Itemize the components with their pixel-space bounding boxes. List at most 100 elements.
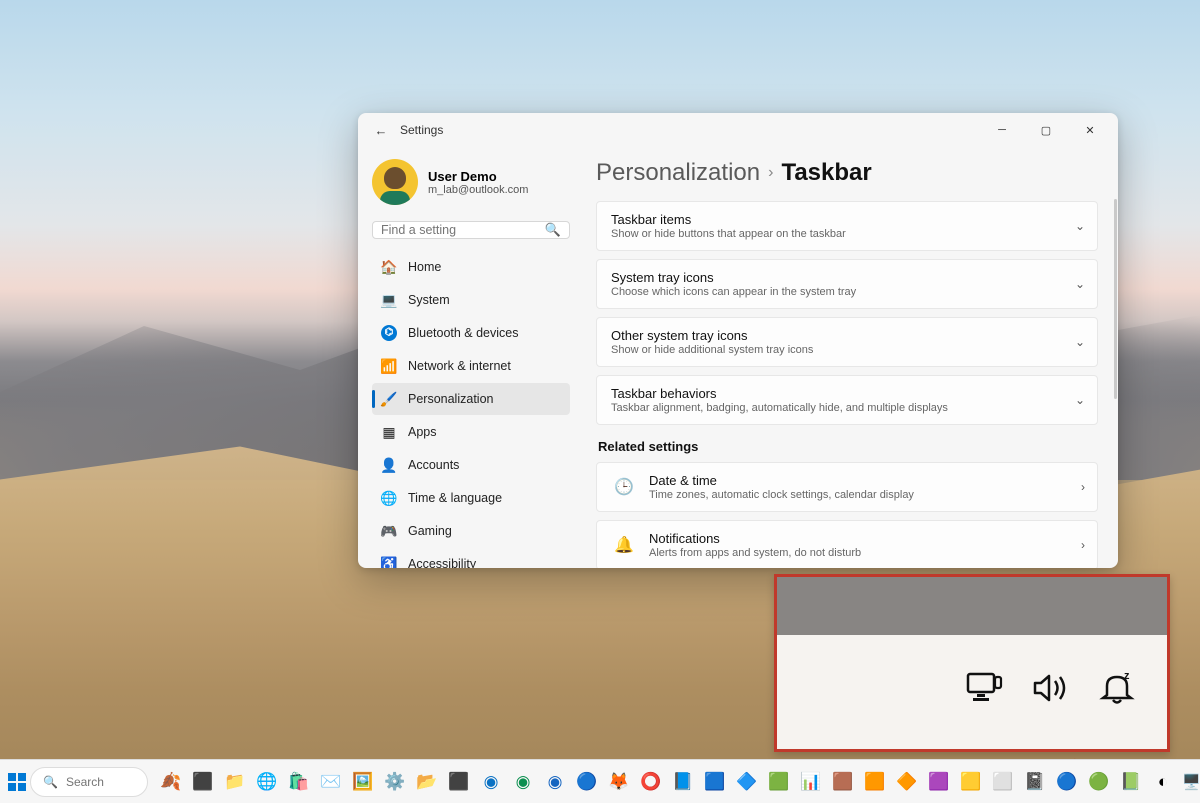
settings-search[interactable]: 🔍 [372, 221, 570, 239]
nav-item-gaming[interactable]: 🎮Gaming [372, 515, 570, 547]
scrollbar[interactable] [1113, 199, 1118, 560]
system-tray: 🖥️ 🔊 🔕 [1182, 773, 1200, 791]
card-title: Other system tray icons [611, 328, 1061, 343]
nav-label: Personalization [408, 392, 493, 406]
taskbar-app-weather[interactable]: 🍂 [156, 765, 186, 799]
sidebar: User Demo m_lab@outlook.com 🔍 🏠Home💻Syst… [358, 147, 580, 568]
nav-label: Home [408, 260, 441, 274]
taskbar-app-firefox[interactable]: 🦊 [604, 765, 634, 799]
taskbar-app-app3[interactable]: 🟩 [764, 765, 794, 799]
taskbar-app-browser1[interactable]: ◉ [476, 765, 506, 799]
taskbar-app-app9[interactable]: 🟨 [956, 765, 986, 799]
nav-item-network-internet[interactable]: 📶Network & internet [372, 350, 570, 382]
close-button[interactable]: ✕ [1068, 115, 1112, 145]
taskbar-app-folder[interactable]: 📂 [412, 765, 442, 799]
taskbar-app-app4[interactable]: 📊 [796, 765, 826, 799]
chevron-down-icon: ⌄ [1075, 335, 1085, 349]
taskbar-app-app1[interactable]: 🟦 [700, 765, 730, 799]
avatar [372, 159, 418, 205]
scrollbar-thumb[interactable] [1114, 199, 1117, 399]
taskbar-app-opera[interactable]: ⭕ [636, 765, 666, 799]
settings-card-taskbar-behaviors[interactable]: Taskbar behaviorsTaskbar alignment, badg… [596, 375, 1098, 425]
link-title: Notifications [649, 531, 1061, 546]
taskbar-search-input[interactable] [66, 775, 136, 789]
taskbar-app-app12[interactable]: 🔵 [1052, 765, 1082, 799]
nav-item-accounts[interactable]: 👤Accounts [372, 449, 570, 481]
taskbar-app-explorer[interactable]: 📁 [220, 765, 250, 799]
link-icon: 🕒 [611, 477, 637, 497]
nav-label: Accessibility [408, 557, 476, 568]
taskbar-search[interactable]: 🔍 [30, 767, 148, 797]
card-title: System tray icons [611, 270, 1061, 285]
settings-window: ← Settings ─ ▢ ✕ User Demo m_lab@outlook… [358, 113, 1118, 568]
link-subtitle: Time zones, automatic clock settings, ca… [649, 489, 1061, 501]
taskbar-app-app15[interactable]: ◐ [1148, 765, 1178, 799]
taskbar-app-settings[interactable]: ⚙️ [380, 765, 410, 799]
tray-monitor-icon[interactable]: 🖥️ [1182, 773, 1200, 791]
nav-label: Apps [408, 425, 437, 439]
chevron-down-icon: ⌄ [1075, 393, 1085, 407]
nav-label: System [408, 293, 450, 307]
nav-icon: 🖌️ [380, 390, 398, 408]
taskbar-app-app8[interactable]: 🟪 [924, 765, 954, 799]
user-email: m_lab@outlook.com [428, 184, 528, 196]
nav-item-apps[interactable]: ▦Apps [372, 416, 570, 448]
card-title: Taskbar items [611, 212, 1061, 227]
breadcrumb: Personalization › Taskbar [596, 159, 1098, 187]
taskbar-app-taskview[interactable]: ⬛ [188, 765, 218, 799]
user-account-row[interactable]: User Demo m_lab@outlook.com [372, 153, 570, 215]
maximize-button[interactable]: ▢ [1024, 115, 1068, 145]
taskbar-app-word[interactable]: 📘 [668, 765, 698, 799]
nav-icon: ⌬ [380, 324, 398, 342]
nav-item-accessibility[interactable]: ♿Accessibility [372, 548, 570, 568]
link-subtitle: Alerts from apps and system, do not dist… [649, 547, 1061, 559]
taskbar-app-terminal[interactable]: ⬛ [444, 765, 474, 799]
settings-card-system-tray-icons[interactable]: System tray iconsChoose which icons can … [596, 259, 1098, 309]
taskbar-app-app6[interactable]: 🟧 [860, 765, 890, 799]
nav-item-system[interactable]: 💻System [372, 284, 570, 316]
taskbar-app-app5[interactable]: 🟫 [828, 765, 858, 799]
card-subtitle: Show or hide buttons that appear on the … [611, 228, 1061, 240]
taskbar-app-app13[interactable]: 🟢 [1084, 765, 1114, 799]
search-input[interactable] [381, 223, 545, 237]
taskbar-app-store[interactable]: 🛍️ [284, 765, 314, 799]
minimize-button[interactable]: ─ [980, 115, 1024, 145]
settings-card-taskbar-items[interactable]: Taskbar itemsShow or hide buttons that a… [596, 201, 1098, 251]
monitor-icon [965, 671, 1005, 714]
window-controls: ─ ▢ ✕ [980, 115, 1112, 145]
nav-item-home[interactable]: 🏠Home [372, 251, 570, 283]
taskbar-app-browser3[interactable]: ◉ [540, 765, 570, 799]
chevron-right-icon: › [1081, 480, 1085, 494]
breadcrumb-parent[interactable]: Personalization [596, 159, 760, 187]
taskbar-app-app11[interactable]: 📓 [1020, 765, 1050, 799]
related-link-notifications[interactable]: 🔔NotificationsAlerts from apps and syste… [596, 520, 1098, 568]
nav-item-personalization[interactable]: 🖌️ Personalization [372, 383, 570, 415]
related-link-date-time[interactable]: 🕒Date & timeTime zones, automatic clock … [596, 462, 1098, 512]
nav-icon: 🌐 [380, 489, 398, 507]
nav-label: Time & language [408, 491, 502, 505]
taskbar-app-app14[interactable]: 📗 [1116, 765, 1146, 799]
breadcrumb-current: Taskbar [781, 159, 871, 187]
nav-item-bluetooth-devices[interactable]: ⌬ Bluetooth & devices [372, 317, 570, 349]
nav-list: 🏠Home💻System ⌬ Bluetooth & devices 📶Network… [372, 251, 570, 568]
settings-card-other-system-tray-icons[interactable]: Other system tray iconsShow or hide addi… [596, 317, 1098, 367]
taskbar-app-chrome[interactable]: 🔵 [572, 765, 602, 799]
taskbar-app-browser2[interactable]: ◉ [508, 765, 538, 799]
taskbar-app-mail[interactable]: ✉️ [316, 765, 346, 799]
search-icon: 🔍 [545, 222, 561, 238]
search-icon: 🔍 [43, 775, 58, 789]
back-button[interactable]: ← [370, 123, 392, 138]
taskbar-app-app2[interactable]: 🔷 [732, 765, 762, 799]
taskbar-app-photos[interactable]: 🖼️ [348, 765, 378, 799]
content-area: Personalization › Taskbar Taskbar itemsS… [580, 147, 1118, 568]
nav-item-time-language[interactable]: 🌐 Time & language [372, 482, 570, 514]
titlebar: ← Settings ─ ▢ ✕ [358, 113, 1118, 147]
start-button[interactable] [8, 765, 26, 799]
callout-bg [777, 577, 1167, 635]
card-subtitle: Choose which icons can appear in the sys… [611, 286, 1061, 298]
chevron-down-icon: ⌄ [1075, 219, 1085, 233]
nav-label: Bluetooth & devices [408, 326, 519, 340]
taskbar-app-app7[interactable]: 🔶 [892, 765, 922, 799]
taskbar-app-app10[interactable]: ⬜ [988, 765, 1018, 799]
taskbar-app-edge[interactable]: 🌐 [252, 765, 282, 799]
